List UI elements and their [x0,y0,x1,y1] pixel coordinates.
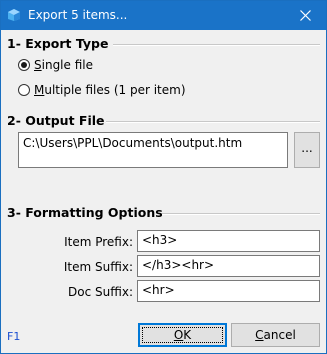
section-divider [162,213,320,215]
app-icon [8,9,20,21]
section-divider [113,44,320,46]
multiple-files-radio[interactable]: Multiple files (1 per item) [18,83,186,97]
output-file-header: 2- Output File [7,113,105,128]
focus-rectangle [142,327,223,343]
export-type-header: 1- Export Type [7,36,109,51]
formatting-options-header: 3- Formatting Options [7,205,163,220]
item-suffix-label: Item Suffix: [63,260,133,274]
section-divider [106,121,320,123]
radio-unchecked-icon [18,84,30,96]
output-path-field[interactable]: C:\Users\PPL\Documents\output.htm [18,132,288,168]
item-suffix-input[interactable]: </h3><hr> [137,255,320,277]
single-file-label: Single file [34,58,93,72]
close-button[interactable] [284,1,326,30]
title-bar[interactable]: Export 5 items... [1,1,326,30]
close-icon [299,10,311,21]
multiple-files-label: Multiple files (1 per item) [34,83,186,97]
doc-suffix-input[interactable]: <hr> [137,280,320,302]
window-title: Export 5 items... [28,8,128,22]
help-link[interactable]: F1 [7,330,20,343]
cancel-button[interactable]: Cancel [231,323,320,347]
ok-button[interactable]: OK [138,323,227,347]
browse-button[interactable]: ... [294,132,320,168]
single-file-radio[interactable]: Single file [18,58,93,72]
doc-suffix-label: Doc Suffix: [68,285,133,299]
export-dialog: Export 5 items... 1- Export Type Single … [0,0,327,354]
radio-checked-icon [18,59,30,71]
item-prefix-label: Item Prefix: [64,235,133,249]
item-prefix-input[interactable]: <h3> [137,230,320,252]
